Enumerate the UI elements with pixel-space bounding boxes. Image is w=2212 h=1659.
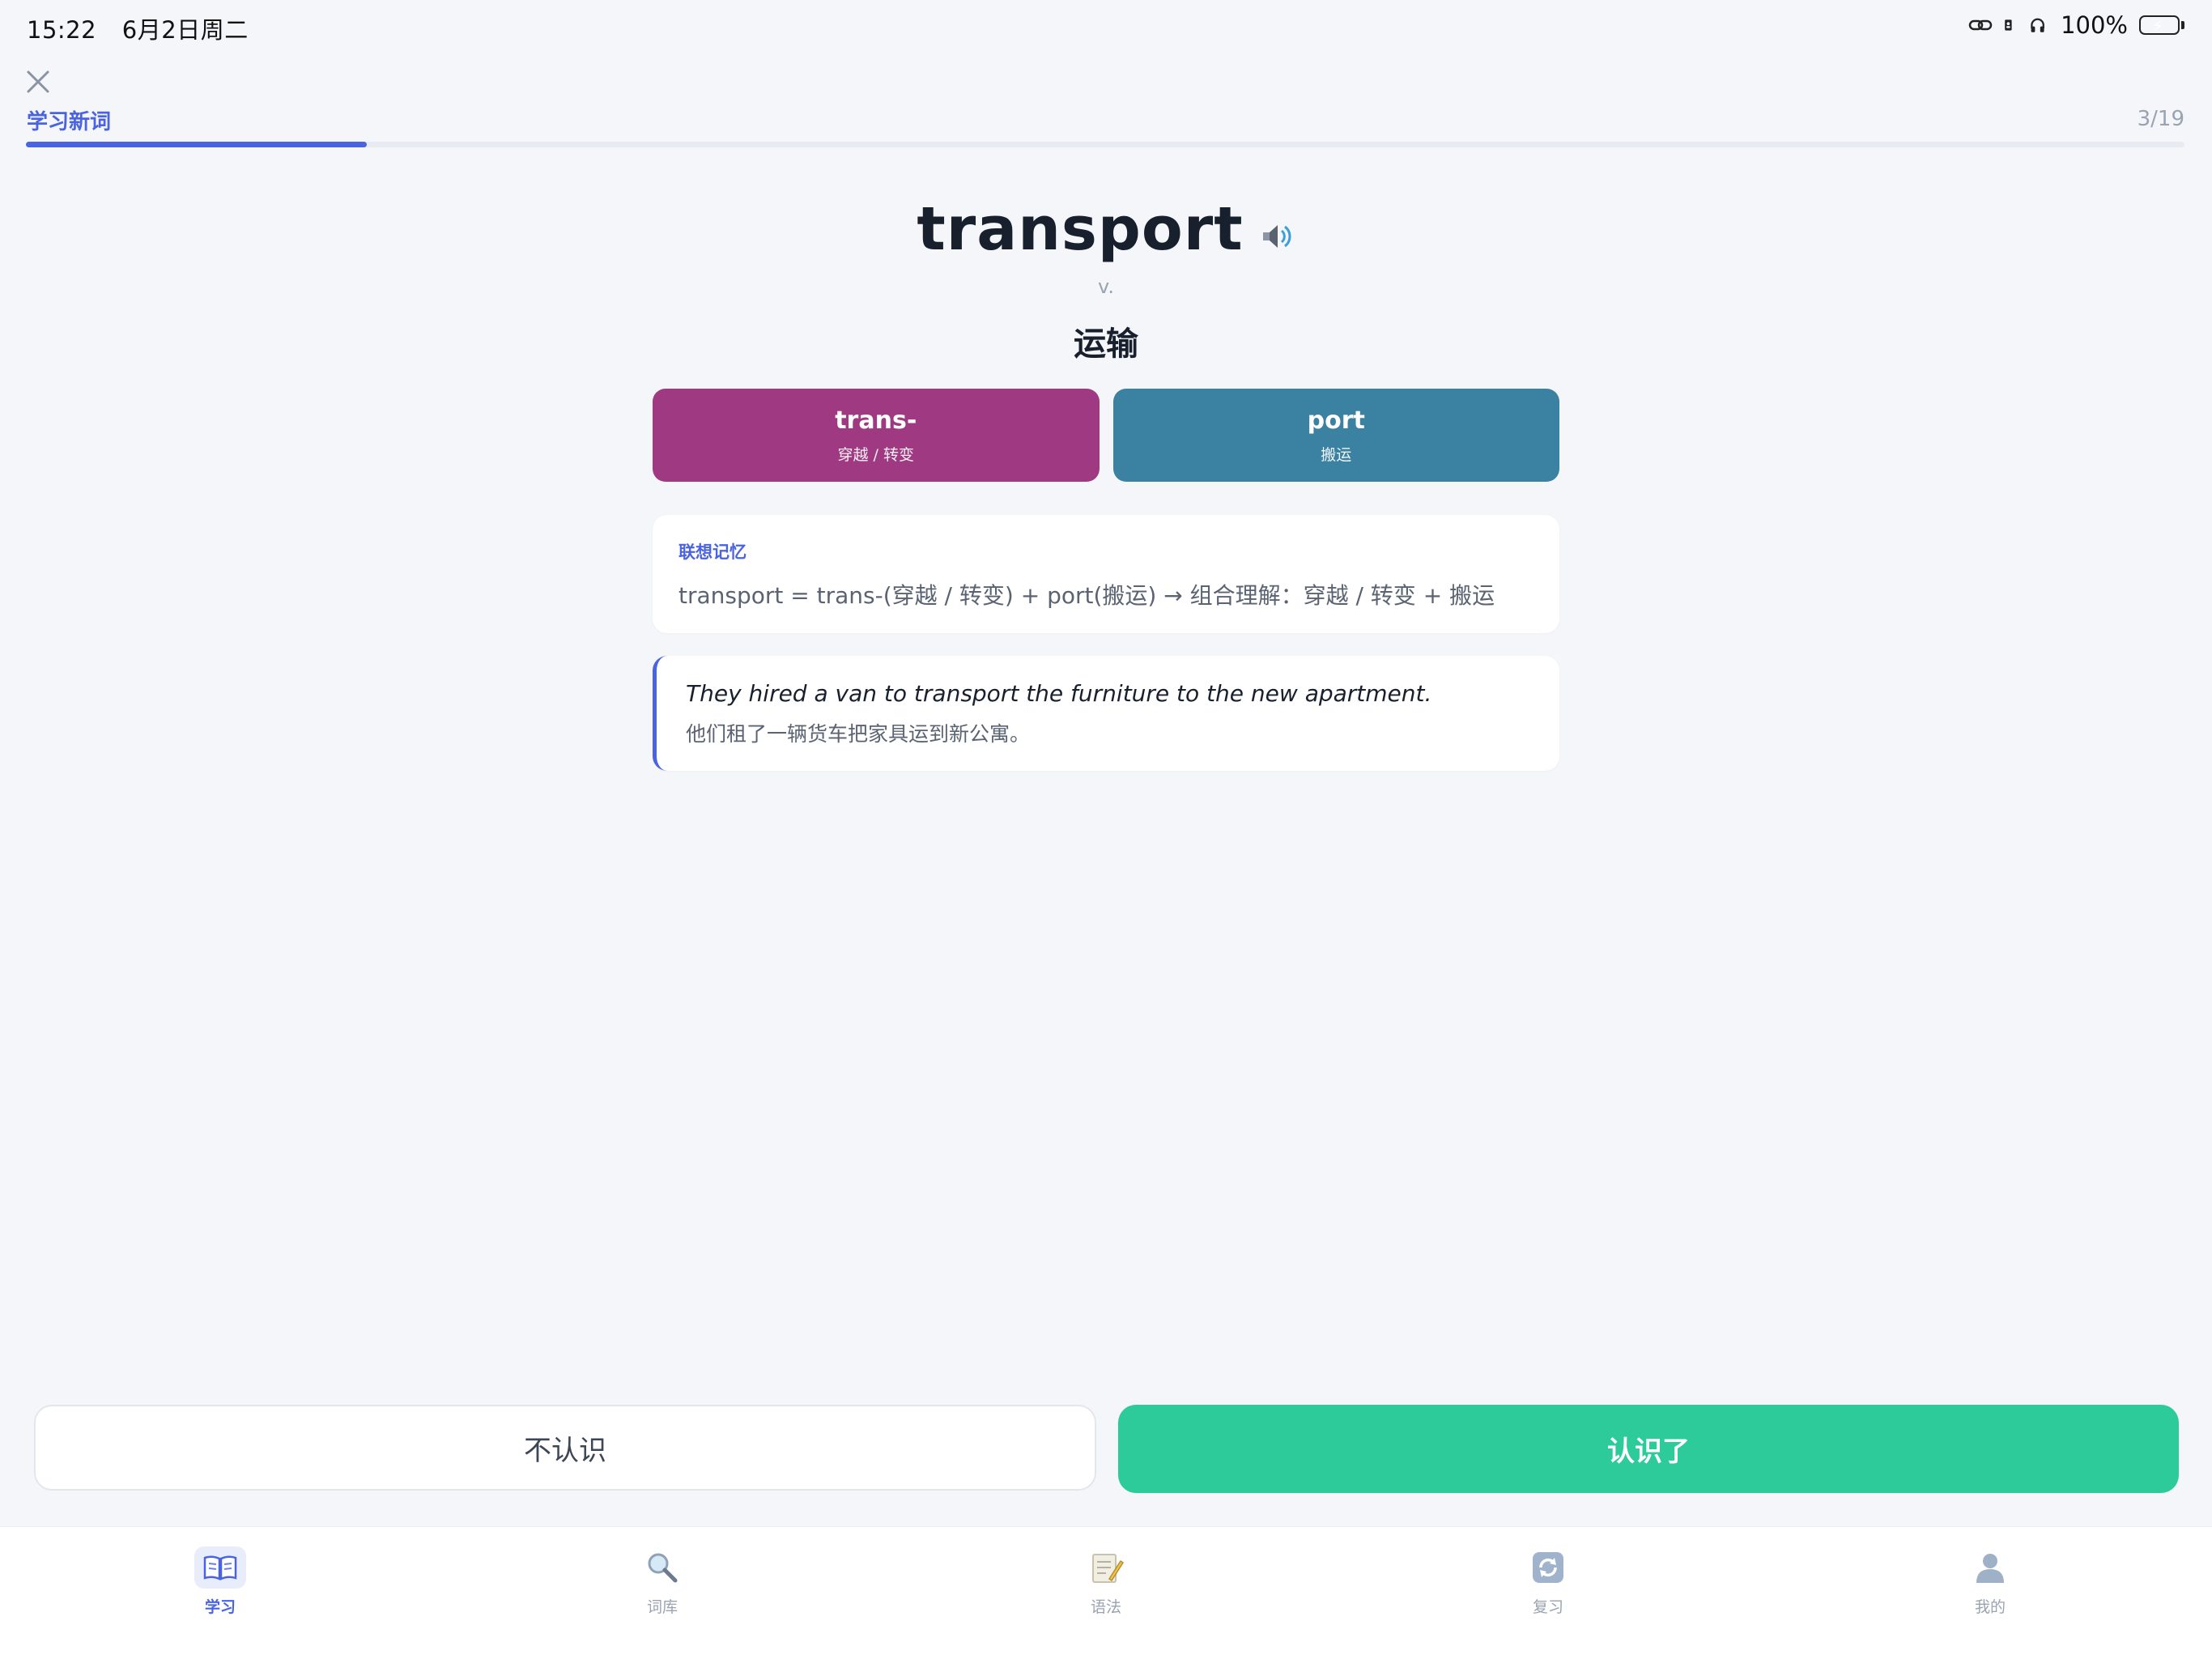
tab-icon-wrap (194, 1546, 246, 1589)
tab-bar: 学习 词库 语法 复习 我的 (0, 1526, 2212, 1659)
tab-grammar[interactable]: 语法 (1025, 1546, 1187, 1617)
headphones-icon (2031, 18, 2044, 32)
status-bar: 15:22 6月2日周二 100% ⚡ (0, 0, 2212, 52)
morpheme-cards: trans- 穿越 / 转变 port 搬运 (653, 389, 1559, 482)
user-icon (1976, 1554, 2004, 1583)
association-label: 联想记忆 (678, 542, 747, 562)
progress-counter: 3/19 (2137, 107, 2184, 131)
progress-bar (26, 142, 368, 147)
tab-icon-wrap (1080, 1546, 1132, 1589)
morpheme-meaning: 搬运 (1321, 445, 1352, 464)
tab-icon-wrap (1964, 1546, 2016, 1589)
morpheme-card-prefix[interactable]: trans- 穿越 / 转变 (653, 389, 1100, 482)
tab-label: 学习 (204, 1598, 236, 1616)
morpheme-text: trans- (835, 406, 917, 435)
morpheme-card-root[interactable]: port 搬运 (1112, 389, 1559, 482)
tab-review[interactable]: 复习 (1467, 1546, 1629, 1617)
tab-icon-wrap (636, 1546, 688, 1589)
book-icon (203, 1555, 237, 1580)
word-text: transport (917, 194, 1244, 264)
memo-icon (1092, 1554, 1124, 1583)
progress-track (26, 142, 2184, 147)
tab-vocabulary[interactable]: 词库 (581, 1546, 743, 1617)
example-chinese: 他们租了一辆货车把家具运到新公寓。 (686, 722, 1031, 746)
speaker-icon[interactable] (1258, 218, 1295, 255)
know-button[interactable]: 认识了 (1118, 1405, 2179, 1493)
part-of-speech: v. (1098, 275, 1114, 298)
tab-label: 词库 (646, 1598, 678, 1616)
status-date: 6月2日周二 (121, 16, 249, 44)
refresh-icon (1533, 1552, 1563, 1583)
tab-label: 复习 (1532, 1598, 1563, 1616)
status-left: 15:22 6月2日周二 (27, 11, 266, 45)
id-card-icon (2005, 19, 2012, 31)
status-time: 15:22 (27, 16, 97, 44)
example-english: They hired a van to transport the furnit… (686, 680, 1432, 707)
close-icon[interactable] (24, 68, 52, 96)
tab-icon-wrap (1522, 1546, 1574, 1589)
status-right: 100% ⚡ (1968, 11, 2184, 39)
tab-profile[interactable]: 我的 (1909, 1546, 2071, 1617)
tab-label: 语法 (1090, 1598, 1121, 1616)
dont-know-button[interactable]: 不认识 (34, 1405, 1096, 1491)
battery-percent: 100% (2061, 11, 2128, 39)
page-title: 学习新词 (27, 110, 112, 134)
word-meaning: 运输 (1074, 325, 1138, 363)
battery-icon: ⚡ (2139, 15, 2184, 36)
example-card: They hired a van to transport the furnit… (653, 656, 1559, 771)
association-text: transport = trans-(穿越 / 转变) + port(搬运) →… (678, 582, 1495, 609)
morpheme-meaning: 穿越 / 转变 (837, 445, 914, 464)
association-card: 联想记忆 transport = trans-(穿越 / 转变) + port(… (653, 515, 1559, 633)
link-icon (1968, 19, 1993, 31)
word-heading: transport (0, 194, 2212, 264)
tab-label: 我的 (1974, 1598, 2006, 1616)
magnifier-icon (648, 1553, 678, 1583)
morpheme-text: port (1307, 406, 1365, 435)
tab-study[interactable]: 学习 (139, 1546, 301, 1617)
